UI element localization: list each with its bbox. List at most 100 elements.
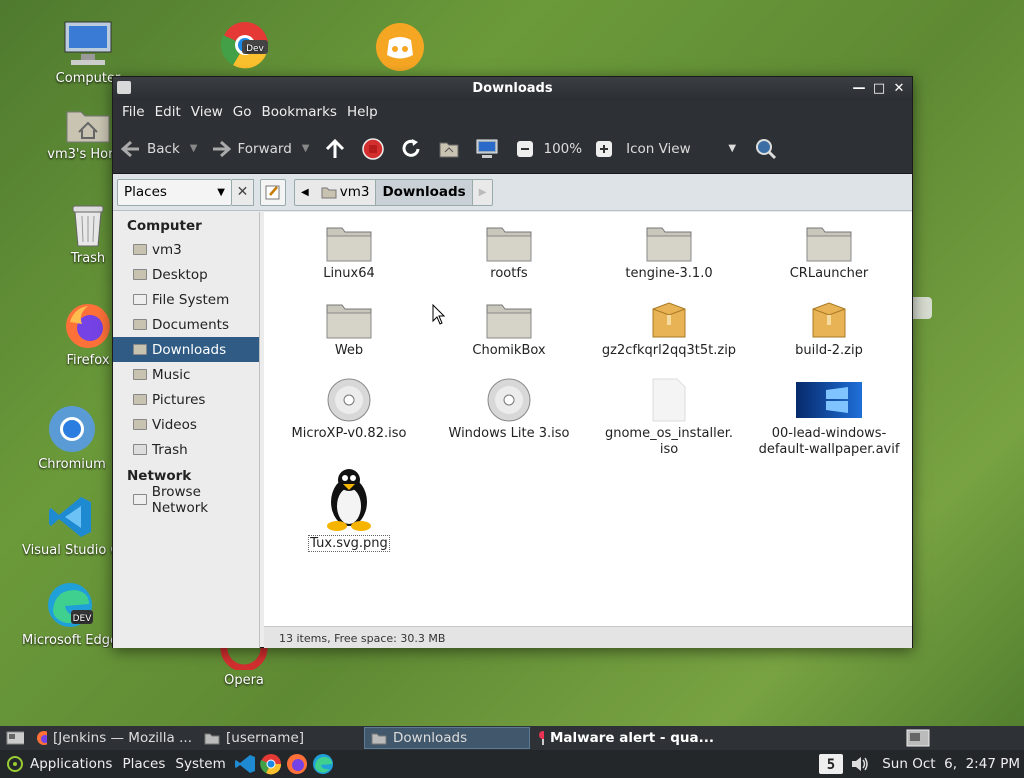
computer-button[interactable]	[475, 137, 499, 161]
menu-view[interactable]: View	[186, 104, 228, 120]
title-bar[interactable]: Downloads — □ ✕	[113, 77, 912, 100]
toggle-location-entry-button[interactable]	[260, 178, 286, 206]
system-menu[interactable]: System	[175, 756, 225, 772]
file-item[interactable]: CRLauncher	[749, 224, 909, 282]
sidebar-item-file-system[interactable]: File System	[113, 287, 259, 312]
file-item[interactable]: build-2.zip	[749, 301, 909, 359]
firefox-launcher-icon[interactable]	[286, 753, 308, 775]
view-mode-select[interactable]: Icon View ▼	[626, 141, 736, 157]
up-button[interactable]	[323, 137, 347, 161]
svg-text:5: 5	[827, 757, 835, 773]
zoom-out-button[interactable]	[513, 137, 537, 161]
clock[interactable]: Sun Oct 6, 2:47 PM	[882, 756, 1020, 772]
sidebar-item-pictures[interactable]: Pictures	[113, 387, 259, 412]
computer-icon	[64, 21, 112, 65]
desktop-icon-edge[interactable]: DEV Microsoft Edge	[22, 580, 118, 648]
vscode-launcher-icon[interactable]	[234, 753, 256, 775]
sidebar-item-videos[interactable]: Videos	[113, 412, 259, 437]
window-title: Downloads	[472, 81, 553, 96]
close-icon[interactable]: ✕	[892, 79, 906, 97]
folder-icon	[371, 733, 387, 744]
desktop-icon-label: Opera	[224, 673, 264, 688]
desktop-icon-vscode[interactable]: Visual Studio Code	[22, 494, 118, 558]
file-item[interactable]: gnome_os_installer. iso	[589, 378, 749, 458]
search-icon	[756, 138, 777, 159]
folder-icon	[133, 344, 147, 355]
home-button[interactable]	[437, 137, 461, 161]
menu-edit[interactable]: Edit	[150, 104, 186, 120]
sidebar-item-browse-network[interactable]: Browse Network	[113, 484, 259, 516]
folder-icon	[204, 733, 220, 744]
network-status-icon[interactable]: 5	[818, 753, 844, 775]
trash-icon	[72, 205, 104, 247]
task-jenkins-firefox[interactable]: [Jenkins — Mozilla ...	[30, 727, 198, 749]
folder-icon	[326, 304, 372, 339]
back-button[interactable]: Back	[121, 140, 180, 158]
file-item[interactable]: tengine-3.1.0	[589, 224, 749, 282]
places-menu[interactable]: Places	[122, 756, 165, 772]
menu-help[interactable]: Help	[342, 104, 383, 120]
breadcrumb-back-arrow[interactable]: ◀	[295, 180, 315, 205]
file-item[interactable]: Windows Lite 3.iso	[429, 378, 589, 442]
chromium-icon	[49, 406, 95, 452]
desktop-icon-label: Visual Studio Code	[22, 543, 118, 558]
desktop-icon-chrome-dev[interactable]: Dev	[195, 20, 295, 73]
forward-history-dropdown[interactable]: ▼	[302, 143, 310, 154]
menu-file[interactable]: File	[117, 104, 150, 120]
file-item[interactable]: Linux64	[269, 224, 429, 282]
task-downloads[interactable]: Downloads	[364, 727, 530, 749]
forward-button[interactable]: Forward	[211, 140, 292, 158]
breadcrumb-forward-arrow[interactable]: ▶	[473, 180, 493, 205]
folder-icon	[133, 369, 147, 380]
firefox-icon	[37, 731, 47, 745]
zoom-in-button[interactable]	[592, 137, 616, 161]
applications-menu[interactable]: Applications	[0, 755, 112, 773]
svg-text:Dev: Dev	[246, 44, 264, 54]
sidebar-item-documents[interactable]: Documents	[113, 312, 259, 337]
file-item[interactable]: 00-lead-windows- default-wallpaper.avif	[749, 378, 909, 458]
file-item[interactable]: gz2cfkqrl2qq3t5t.zip	[589, 301, 749, 359]
sidebar-item-downloads[interactable]: Downloads	[113, 337, 259, 362]
sidebar-item-trash[interactable]: Trash	[113, 437, 259, 462]
search-button[interactable]	[754, 137, 778, 161]
chevron-down-icon: ▼	[728, 143, 737, 154]
folder-icon	[133, 394, 147, 405]
file-icon-view[interactable]: Linux64 rootfs tengine-3.1.0 CRLauncher …	[264, 212, 912, 626]
menu-bookmarks[interactable]: Bookmarks	[257, 104, 342, 120]
maximize-icon[interactable]: □	[872, 79, 886, 97]
back-history-dropdown[interactable]: ▼	[190, 143, 198, 154]
home-folder-icon	[321, 187, 337, 198]
show-desktop-button[interactable]	[0, 727, 30, 749]
workspace-switcher[interactable]	[900, 727, 940, 749]
chrome-launcher-icon[interactable]	[259, 753, 282, 775]
file-item[interactable]: Web	[269, 301, 429, 359]
edge-launcher-icon[interactable]	[312, 753, 334, 775]
mouse-cursor-icon	[432, 304, 446, 325]
task-username[interactable]: [username]	[198, 727, 364, 749]
close-sidebar-button[interactable]: ✕	[232, 178, 254, 206]
sidebar-item-music[interactable]: Music	[113, 362, 259, 387]
desktop-icon-discord[interactable]	[350, 22, 450, 75]
sidebar-mode-select[interactable]: Places ▼	[117, 178, 232, 206]
file-item[interactable]: ChomikBox	[429, 301, 589, 359]
reload-button[interactable]	[399, 137, 423, 161]
breadcrumb-downloads[interactable]: Downloads	[375, 179, 473, 205]
sidebar-item-vm3[interactable]: vm3	[113, 237, 259, 262]
task-malware-alert[interactable]: Malware alert - qua...	[530, 727, 720, 749]
zip-archive-icon	[652, 302, 686, 338]
volume-icon[interactable]	[850, 754, 870, 774]
file-item[interactable]: Tux.svg.png	[269, 466, 429, 552]
menu-go[interactable]: Go	[228, 104, 257, 120]
file-item[interactable]: MicroXP-v0.82.iso	[269, 378, 429, 442]
breadcrumb-vm3[interactable]: vm3	[315, 180, 376, 205]
desktop-icon-chromium[interactable]: Chromium	[22, 404, 122, 472]
stop-button[interactable]	[361, 137, 385, 161]
folder-icon	[133, 419, 147, 430]
back-arrow-icon	[121, 140, 139, 157]
discord-icon	[376, 23, 424, 71]
file-item[interactable]: rootfs	[429, 224, 589, 282]
minimize-icon[interactable]: —	[852, 79, 866, 97]
sidebar-item-desktop[interactable]: Desktop	[113, 262, 259, 287]
folder-icon	[133, 319, 147, 330]
window-menu-icon[interactable]	[117, 81, 131, 94]
